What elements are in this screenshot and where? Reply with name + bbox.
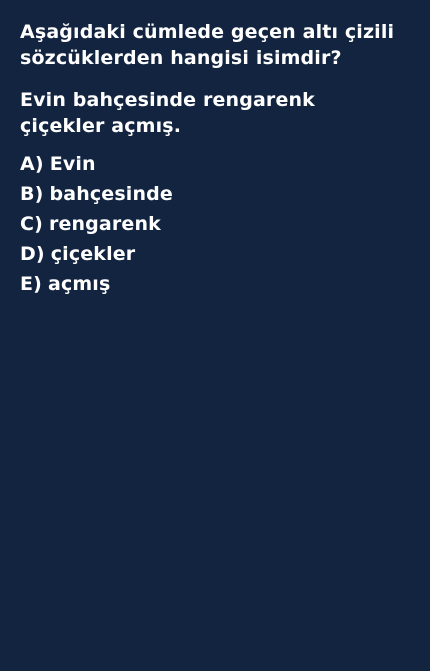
option-text: Evin [49, 153, 96, 175]
option-letter: E) [20, 273, 42, 295]
answer-options: A) Evin B) bahçesinde C) rengarenk D) çiçekl… [20, 149, 410, 299]
option-text: bahçesinde [49, 183, 173, 205]
option-letter: A) [20, 153, 44, 175]
option-a[interactable]: A) Evin [20, 149, 410, 179]
option-text: açmış [47, 273, 111, 295]
question-card: Aşağıdaki cümlede geçen altı çizili sözc… [0, 0, 430, 671]
sentence-line-2: çiçekler açmış. [20, 115, 182, 137]
question-line-1: Aşağıdaki cümlede geçen altı çizili [20, 21, 395, 43]
option-c[interactable]: C) rengarenk [20, 209, 410, 239]
option-d[interactable]: D) çiçekler [20, 239, 410, 269]
option-letter: B) [20, 183, 44, 205]
option-letter: C) [20, 213, 43, 235]
option-e[interactable]: E) açmış [20, 269, 410, 299]
question-text: Aşağıdaki cümlede geçen altı çizili sözc… [20, 19, 410, 71]
question-line-2: sözcüklerden hangisi isimdir? [20, 47, 342, 69]
option-text: rengarenk [48, 213, 161, 235]
option-letter: D) [20, 243, 45, 265]
option-text: çiçekler [50, 243, 136, 265]
sentence-line-1: Evin bahçesinde rengarenk [20, 89, 315, 111]
example-sentence: Evin bahçesinde rengarenk çiçekler açmış… [20, 87, 410, 139]
option-b[interactable]: B) bahçesinde [20, 179, 410, 209]
